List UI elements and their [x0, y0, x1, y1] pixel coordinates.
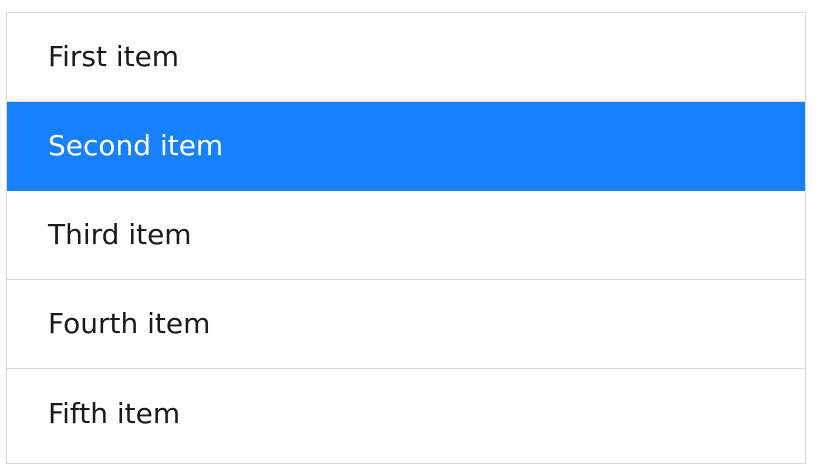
list-item-fourth[interactable]: Fourth item [7, 280, 805, 369]
list-item-label: Fifth item [48, 396, 181, 430]
list-item-label: Third item [48, 218, 192, 251]
list-item-label: First item [48, 40, 180, 73]
list-item-second[interactable]: Second item [7, 102, 805, 191]
list-item-label: Fourth item [48, 307, 211, 340]
list-item-third[interactable]: Third item [7, 191, 805, 280]
list-item-label: Second item [48, 129, 224, 162]
list-group: First item Second item Third item Fourth… [6, 12, 806, 464]
list-item-fifth[interactable]: Fifth item [7, 369, 805, 458]
list-item-first[interactable]: First item [7, 13, 805, 102]
